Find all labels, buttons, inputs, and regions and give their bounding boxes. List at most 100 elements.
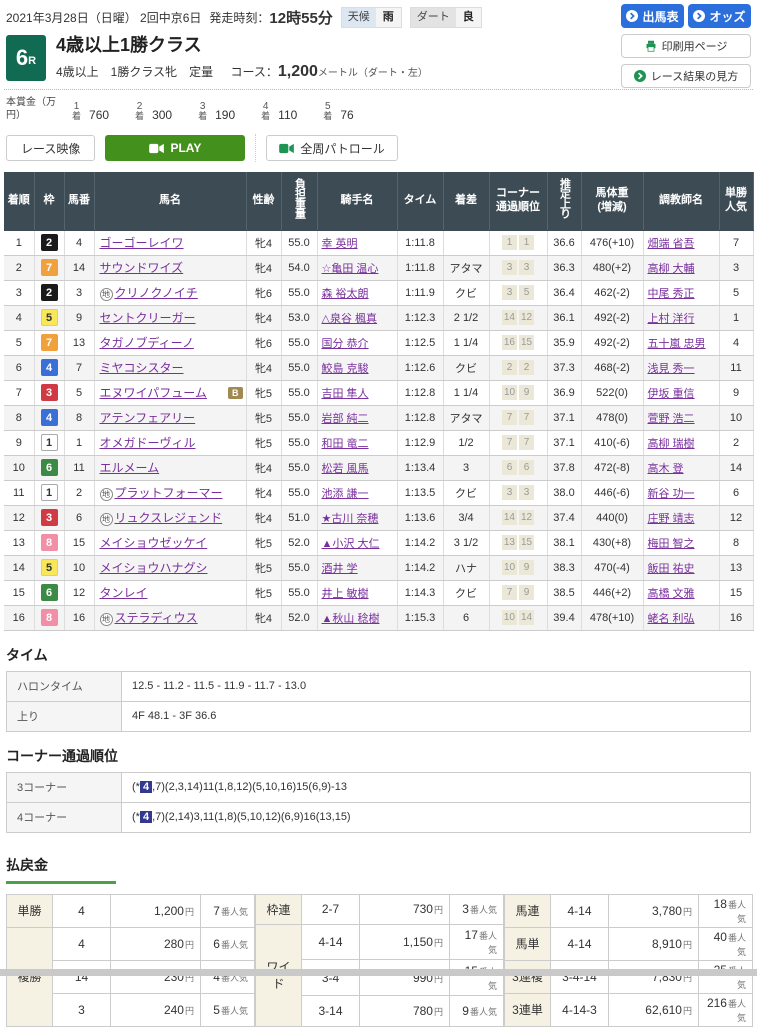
shutsuba-button[interactable]: 出馬表 xyxy=(621,4,684,28)
prize-rank: 4着 xyxy=(261,101,270,122)
horse-name-link[interactable]: メイショウゼッケイ xyxy=(100,536,208,550)
horse-name-link[interactable]: タンレイ xyxy=(100,586,148,600)
trainer-link[interactable]: 萱野 浩二 xyxy=(648,413,695,425)
jockey-link[interactable]: △泉谷 楓真 xyxy=(322,313,378,325)
horse-weight-cell: 410(-6) xyxy=(581,430,644,456)
payout-combination: 4-14 xyxy=(301,923,360,961)
corner-position: 15 xyxy=(519,535,535,550)
last-3f-cell: 36.6 xyxy=(547,230,582,256)
corner-position: 15 xyxy=(519,335,535,350)
horse-name-link[interactable]: オメガドーヴィル xyxy=(100,436,196,450)
trainer-link[interactable]: 高木 登 xyxy=(648,463,684,475)
horse-name-link[interactable]: タガノブディーノ xyxy=(100,336,194,350)
print-page-button[interactable]: 印刷用ページ xyxy=(621,34,751,58)
horse-weight-cell: 430(+8) xyxy=(581,530,644,556)
popularity-cell: 1 xyxy=(719,305,754,331)
corner-section-title: コーナー通過順位 xyxy=(6,747,118,764)
waku-cell: 5 xyxy=(34,305,65,331)
horse-name-link[interactable]: ゴーゴーレイワ xyxy=(100,236,184,250)
payout-row: ワイド 4-14 1,150円 17番人気 xyxy=(255,923,504,1027)
horse-number-cell: 15 xyxy=(64,530,95,556)
jockey-link[interactable]: 池添 謙一 xyxy=(322,488,369,500)
jockey-cell: 和田 竜二 xyxy=(317,430,398,456)
race-condition-text: 4歳以上 1勝クラス牝 定量 xyxy=(56,64,214,79)
time-cell: 1:13.4 xyxy=(397,455,444,481)
jockey-link[interactable]: 鮫島 克駿 xyxy=(322,363,369,375)
jockey-link[interactable]: ▲秋山 稔樹 xyxy=(322,613,380,625)
jockey-link[interactable]: 森 裕太朗 xyxy=(322,288,369,300)
time-table: ハロンタイム 12.5 - 11.2 - 11.5 - 11.9 - 11.7 -… xyxy=(6,670,751,732)
payout-popularity: 5番人気 xyxy=(200,992,255,1027)
payout-amount: 1,150円 xyxy=(359,923,450,961)
trainer-link[interactable]: 庄野 靖志 xyxy=(648,513,695,525)
trainer-cell: 高木 登 xyxy=(643,455,720,481)
payout-tables: 単勝 4 1,200円 7番人気 複勝 4 280円 6番人気 14 230円 4番人気 3 240円 5… xyxy=(6,893,753,1027)
load-weight-cell: 55.0 xyxy=(281,430,318,456)
jockey-link[interactable]: ★古川 奈穂 xyxy=(322,513,379,525)
trainer-link[interactable]: 新谷 功一 xyxy=(648,488,695,500)
odds-button[interactable]: オッズ xyxy=(688,4,751,28)
jockey-link[interactable]: 松若 風馬 xyxy=(322,463,369,475)
trainer-link[interactable]: 高柳 大輔 xyxy=(648,263,695,275)
jockey-link[interactable]: 井上 敏樹 xyxy=(322,588,369,600)
horse-name-link[interactable]: サウンドワイズ xyxy=(100,261,184,275)
finish-position-cell: 2 xyxy=(4,255,35,281)
trainer-link[interactable]: 畑端 省吾 xyxy=(648,238,695,250)
horse-name-cell: セントクリーガー xyxy=(94,305,247,331)
horse-name-link[interactable]: プラットフォーマー xyxy=(115,486,223,500)
horse-name-cell: エルメーム xyxy=(94,455,247,481)
bet-type-label: 馬連 xyxy=(504,893,551,928)
jockey-link[interactable]: 幸 英明 xyxy=(322,238,358,250)
waku-badge: 7 xyxy=(40,334,58,351)
horse-name-link[interactable]: エヌワイパフューム xyxy=(100,386,207,400)
trainer-link[interactable]: 浅見 秀一 xyxy=(648,363,695,375)
trainer-cell: 蛯名 利弘 xyxy=(643,605,720,631)
play-button[interactable]: PLAY xyxy=(105,135,246,161)
horse-name-link[interactable]: ステラディウス xyxy=(115,611,198,625)
jockey-cell: 松若 風馬 xyxy=(317,455,398,481)
jockey-link[interactable]: 国分 恭介 xyxy=(322,338,369,350)
waku-badge: 6 xyxy=(40,584,58,601)
load-weight-cell: 52.0 xyxy=(281,605,318,631)
payout-popularity: 15番人気 xyxy=(449,959,504,997)
horse-name-link[interactable]: リュクスレジェンド xyxy=(115,511,223,525)
payout-amount: 730円 xyxy=(359,893,450,925)
blinkers-badge: B xyxy=(228,386,243,399)
horse-name-link[interactable]: ミヤコシスター xyxy=(100,361,184,375)
trainer-link[interactable]: 伊坂 重信 xyxy=(648,388,695,400)
payout-row: 複勝 4 280円 6番人気 xyxy=(6,926,255,1027)
horse-name-link[interactable]: クリノクノイチ xyxy=(115,286,198,300)
jockey-link[interactable]: 和田 竜二 xyxy=(322,438,369,450)
jockey-link[interactable]: 吉田 隼人 xyxy=(322,388,369,400)
trainer-link[interactable]: 五十嵐 忠男 xyxy=(648,338,706,350)
horse-name-link[interactable]: セントクリーガー xyxy=(100,311,196,325)
race-video-button[interactable]: レース映像 xyxy=(6,135,96,161)
trainer-link[interactable]: 中尾 秀正 xyxy=(648,288,695,300)
horse-name-link[interactable]: アテンフェアリー xyxy=(100,411,196,425)
trainer-link[interactable]: 蛯名 利弘 xyxy=(648,613,695,625)
track-label: ダート xyxy=(410,8,456,27)
sex-age-cell: 牝4 xyxy=(246,230,282,256)
result-guide-button[interactable]: レース結果の見方 xyxy=(621,64,751,88)
jockey-link[interactable]: ☆亀田 温心 xyxy=(322,263,379,275)
corner-order-cell: 77 xyxy=(489,405,548,431)
trainer-link[interactable]: 高橋 文雅 xyxy=(648,588,695,600)
horse-weight-cell: 470(-4) xyxy=(581,555,644,581)
jockey-link[interactable]: 岩部 純二 xyxy=(322,413,369,425)
yen-suffix: 円 xyxy=(433,905,443,916)
jockey-link[interactable]: 酒井 学 xyxy=(322,563,358,575)
trainer-link[interactable]: 飯田 祐史 xyxy=(648,563,695,575)
load-weight-cell: 55.0 xyxy=(281,580,318,606)
waku-badge: 2 xyxy=(40,284,58,301)
jockey-link[interactable]: ▲小沢 大仁 xyxy=(322,538,380,550)
trainer-link[interactable]: 高柳 瑞樹 xyxy=(648,438,695,450)
patrol-video-button[interactable]: 全周パトロール xyxy=(266,135,398,161)
prize-value: 190 xyxy=(215,108,236,122)
trainer-link[interactable]: 上村 洋行 xyxy=(648,313,695,325)
table-row: 5 7 13 タガノブディーノ 牝6 55.0 国分 恭介 1:12.5 1 1/4 16 15 35… xyxy=(4,330,754,356)
horse-name-link[interactable]: メイショウハナグシ xyxy=(100,561,208,575)
payout-amount: 7,830円 xyxy=(608,959,699,994)
payout-combination: 3-4-14 xyxy=(550,959,609,994)
horse-name-link[interactable]: エルメーム xyxy=(100,461,160,475)
trainer-link[interactable]: 梅田 智之 xyxy=(648,538,695,550)
